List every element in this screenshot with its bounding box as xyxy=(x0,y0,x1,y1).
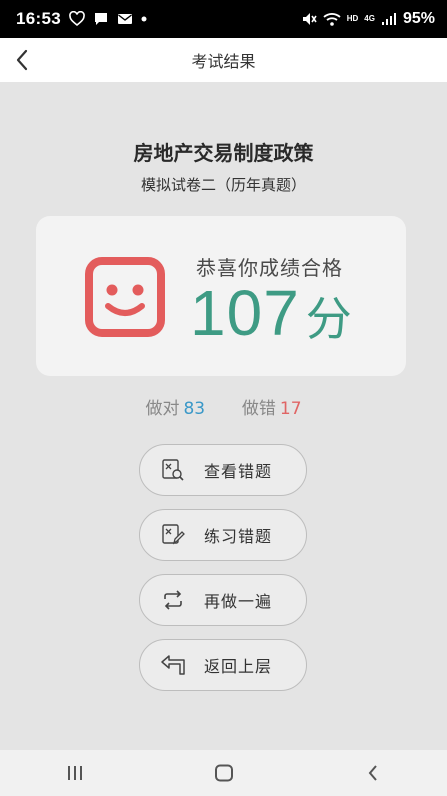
system-back-button[interactable] xyxy=(343,753,403,793)
status-bar: 16:53 HD 4G 95% xyxy=(0,0,447,38)
chevron-left-icon xyxy=(368,765,377,781)
back-button[interactable] xyxy=(6,44,38,76)
score-card: 恭喜你成绩合格 107 分 xyxy=(36,216,406,376)
result-content: 房地产交易制度政策 模拟试卷二（历年真题） 恭喜你成绩合格 107 分 做对 83… xyxy=(0,82,447,750)
mute-icon xyxy=(301,11,317,27)
answer-stats: 做对 83 做错 17 xyxy=(0,394,447,419)
practice-wrong-button[interactable]: 练习错题 xyxy=(139,509,307,561)
return-icon xyxy=(160,652,186,678)
practice-wrong-label: 练习错题 xyxy=(204,527,273,546)
status-left: 16:53 xyxy=(16,9,147,29)
recent-apps-icon xyxy=(67,766,82,780)
status-time: 16:53 xyxy=(16,9,61,28)
correct-label: 做对 xyxy=(145,399,180,419)
edit-document-icon xyxy=(160,522,186,548)
page-title: 考试结果 xyxy=(191,52,256,71)
wrong-count: 17 xyxy=(279,399,302,419)
signal-icon xyxy=(381,12,397,26)
exam-subtitle: 模拟试卷二（历年真题） xyxy=(140,176,306,194)
recent-apps-button[interactable] xyxy=(45,753,105,793)
home-icon xyxy=(214,764,233,782)
smile-icon xyxy=(85,257,165,337)
mail-icon xyxy=(117,12,133,26)
exam-title: 房地产交易制度政策 xyxy=(133,141,314,165)
correct-count: 83 xyxy=(183,399,206,419)
app-header: 考试结果 xyxy=(0,38,447,82)
search-document-icon xyxy=(160,457,186,483)
status-right: HD 4G 95% xyxy=(301,10,435,28)
hd-label: HD xyxy=(346,14,359,23)
score-value: 107 xyxy=(190,277,300,349)
go-back-button[interactable]: 返回上层 xyxy=(139,639,307,691)
go-back-label: 返回上层 xyxy=(204,657,273,676)
battery-level: 95% xyxy=(402,10,435,27)
message-icon xyxy=(93,11,109,27)
score-display: 107 分 xyxy=(190,276,352,350)
view-wrong-label: 查看错题 xyxy=(204,462,273,481)
repeat-icon xyxy=(160,587,186,613)
network-type-label: 4G xyxy=(364,14,375,23)
chevron-left-icon xyxy=(16,49,28,71)
redo-button[interactable]: 再做一遍 xyxy=(139,574,307,626)
wrong-label: 做错 xyxy=(241,399,276,419)
dot-icon xyxy=(141,16,147,22)
wifi-icon xyxy=(323,12,341,26)
score-unit: 分 xyxy=(305,292,352,346)
redo-label: 再做一遍 xyxy=(204,592,273,611)
system-nav-bar xyxy=(0,750,447,796)
view-wrong-button[interactable]: 查看错题 xyxy=(139,444,307,496)
notification-icon xyxy=(69,11,85,27)
home-button[interactable] xyxy=(194,753,254,793)
